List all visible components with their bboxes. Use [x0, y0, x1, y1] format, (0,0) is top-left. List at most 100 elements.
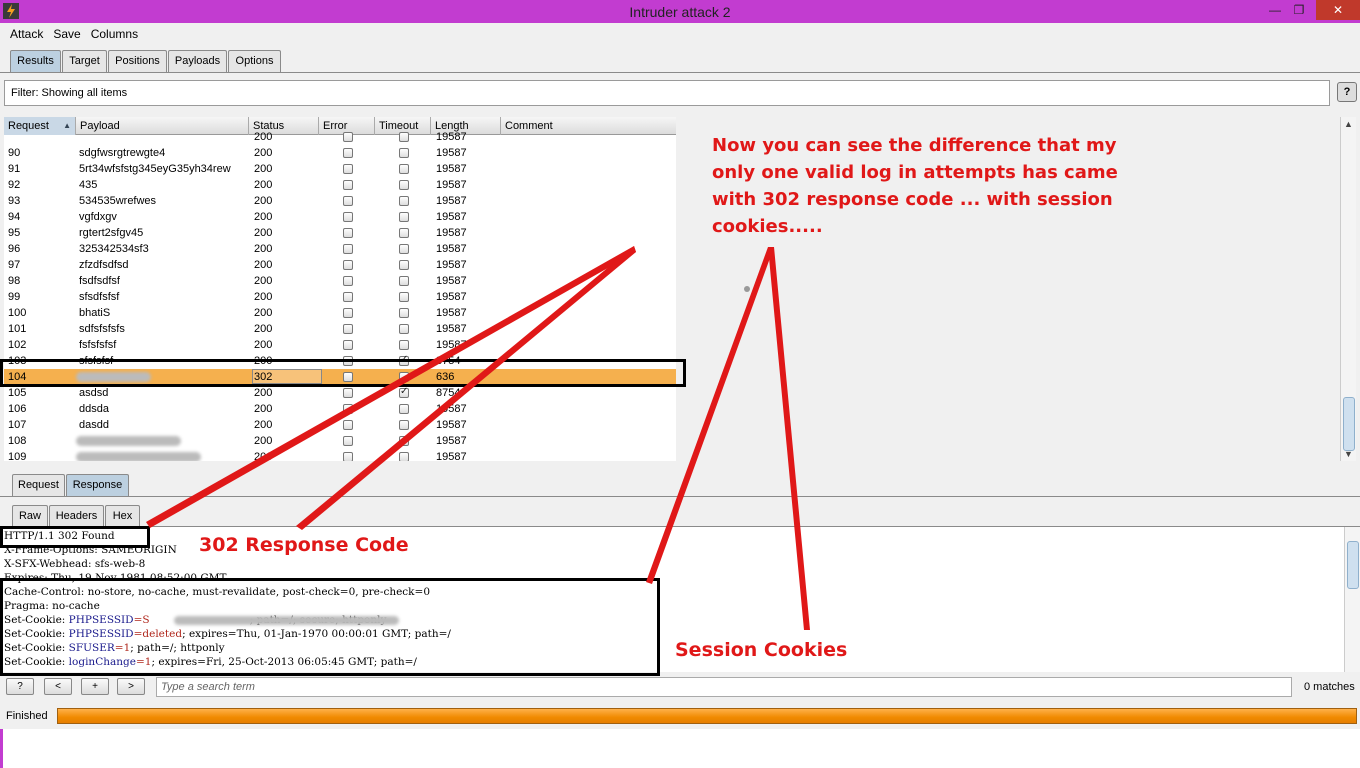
cell-status: 200 — [254, 387, 273, 399]
table-row[interactable]: 99 sfsdfsfsf 200 19587 — [4, 289, 676, 305]
cell-payload: vgfdxgv — [79, 211, 117, 223]
error-checkbox[interactable] — [343, 308, 353, 318]
table-row[interactable]: 105 asdsd 200 8754 — [4, 385, 676, 401]
tab-results[interactable]: Results — [10, 50, 61, 72]
minimize-button[interactable]: — — [1262, 0, 1288, 20]
tab-response[interactable]: Response — [66, 474, 129, 496]
cell-request: 92 — [8, 179, 21, 191]
timeout-checkbox[interactable] — [399, 276, 409, 286]
timeout-checkbox[interactable] — [399, 132, 409, 142]
timeout-checkbox[interactable] — [399, 340, 409, 350]
table-row[interactable]: 96 325342534sf3 200 19587 — [4, 241, 676, 257]
timeout-checkbox[interactable] — [399, 212, 409, 222]
error-checkbox[interactable] — [343, 148, 353, 158]
error-checkbox[interactable] — [343, 212, 353, 222]
menu-attack[interactable]: Attack — [0, 23, 48, 41]
error-checkbox[interactable] — [343, 260, 353, 270]
search-help-button[interactable]: ? — [6, 678, 34, 695]
scroll-down-icon[interactable]: ▼ — [1344, 449, 1353, 459]
status-label: Finished — [6, 710, 48, 722]
error-checkbox[interactable] — [343, 388, 353, 398]
table-row[interactable]: 107 dasdd 200 19587 — [4, 417, 676, 433]
timeout-checkbox[interactable] — [399, 404, 409, 414]
search-input[interactable]: Type a search term — [156, 677, 1292, 697]
close-button[interactable]: ✕ — [1316, 0, 1360, 20]
tab-target[interactable]: Target — [62, 50, 107, 72]
timeout-checkbox[interactable] — [399, 324, 409, 334]
filter-bar[interactable]: Filter: Showing all items — [4, 80, 1330, 106]
timeout-checkbox[interactable] — [399, 436, 409, 446]
timeout-checkbox[interactable] — [399, 386, 409, 398]
scroll-thumb[interactable] — [1343, 397, 1355, 451]
table-row[interactable]: 200 19587 — [4, 129, 676, 145]
timeout-checkbox[interactable] — [399, 452, 409, 461]
error-checkbox[interactable] — [343, 276, 353, 286]
help-button[interactable]: ? — [1337, 82, 1357, 102]
cell-payload: sfsdfsfsf — [79, 291, 120, 303]
error-checkbox[interactable] — [343, 196, 353, 206]
error-checkbox[interactable] — [343, 340, 353, 350]
error-checkbox[interactable] — [343, 164, 353, 174]
timeout-checkbox[interactable] — [399, 164, 409, 174]
timeout-checkbox[interactable] — [399, 420, 409, 430]
search-prev-button[interactable]: < — [44, 678, 72, 695]
timeout-checkbox[interactable] — [399, 148, 409, 158]
tab-hex[interactable]: Hex — [105, 505, 140, 527]
timeout-checkbox[interactable] — [399, 180, 409, 190]
cell-status: 200 — [254, 211, 273, 223]
scroll-up-icon[interactable]: ▲ — [1344, 119, 1353, 129]
response-scrollbar[interactable] — [1344, 527, 1360, 672]
tab-options[interactable]: Options — [228, 50, 281, 72]
cell-status: 200 — [254, 307, 273, 319]
annotation-cookies-label: Session Cookies — [675, 639, 848, 661]
error-checkbox[interactable] — [343, 292, 353, 302]
error-checkbox[interactable] — [343, 324, 353, 334]
error-checkbox[interactable] — [343, 436, 353, 446]
error-checkbox[interactable] — [343, 132, 353, 142]
tab-headers[interactable]: Headers — [49, 505, 104, 527]
table-row[interactable]: 97 zfzdfsdfsd 200 19587 — [4, 257, 676, 273]
timeout-checkbox[interactable] — [399, 196, 409, 206]
menu-save[interactable]: Save — [48, 23, 85, 41]
table-row[interactable]: 92 435 200 19587 — [4, 177, 676, 193]
blank-area — [0, 729, 1360, 768]
table-row[interactable]: 95 rgtert2sfgv45 200 19587 — [4, 225, 676, 241]
menu-columns[interactable]: Columns — [86, 23, 143, 41]
table-row[interactable]: 90 sdgfwsrgtrewgte4 200 19587 — [4, 145, 676, 161]
timeout-checkbox[interactable] — [399, 308, 409, 318]
error-checkbox[interactable] — [343, 180, 353, 190]
table-row[interactable]: 109 200 19587 — [4, 449, 676, 461]
error-checkbox[interactable] — [343, 228, 353, 238]
table-row[interactable]: 106 ddsda 200 19587 — [4, 401, 676, 417]
table-row[interactable]: 102 fsfsfsfsf 200 19587 — [4, 337, 676, 353]
timeout-checkbox[interactable] — [399, 244, 409, 254]
table-row[interactable]: 94 vgfdxgv 200 19587 — [4, 209, 676, 225]
search-next-button[interactable]: > — [117, 678, 145, 695]
results-scrollbar[interactable]: ▲ ▼ — [1340, 117, 1356, 461]
error-checkbox[interactable] — [343, 452, 353, 461]
table-row[interactable]: 108 200 19587 — [4, 433, 676, 449]
cell-status: 200 — [254, 403, 273, 415]
table-row[interactable]: 93 534535wrefwes 200 19587 — [4, 193, 676, 209]
table-row[interactable]: 100 bhatiS 200 19587 — [4, 305, 676, 321]
error-checkbox[interactable] — [343, 244, 353, 254]
tab-payloads[interactable]: Payloads — [168, 50, 227, 72]
tab-request[interactable]: Request — [12, 474, 65, 496]
timeout-checkbox[interactable] — [399, 228, 409, 238]
tab-raw[interactable]: Raw — [12, 505, 48, 527]
table-row[interactable]: 91 5rt34wfsfstg345eyG35yh34rew 200 19587 — [4, 161, 676, 177]
table-row[interactable]: 101 sdfsfsfsfs 200 19587 — [4, 321, 676, 337]
cell-status: 200 — [254, 131, 273, 143]
table-row[interactable]: 98 fsdfsdfsf 200 19587 — [4, 273, 676, 289]
error-checkbox[interactable] — [343, 420, 353, 430]
timeout-checkbox[interactable] — [399, 292, 409, 302]
main-tabs: Results Target Positions Payloads Option… — [0, 45, 1360, 73]
maximize-button[interactable]: ❐ — [1286, 0, 1312, 20]
search-add-button[interactable]: + — [81, 678, 109, 695]
timeout-checkbox[interactable] — [399, 260, 409, 270]
tab-positions[interactable]: Positions — [108, 50, 167, 72]
response-scroll-thumb[interactable] — [1347, 541, 1359, 589]
cell-length: 19587 — [436, 243, 467, 255]
cell-payload: sdgfwsrgtrewgte4 — [79, 147, 166, 159]
error-checkbox[interactable] — [343, 404, 353, 414]
